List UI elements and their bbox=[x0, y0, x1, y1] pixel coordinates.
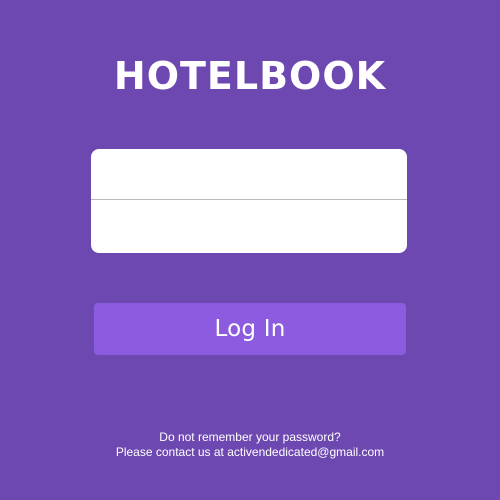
password-field[interactable] bbox=[91, 200, 407, 253]
username-field[interactable] bbox=[91, 149, 407, 199]
hotelbook-logo: HOTELBOOK bbox=[113, 54, 387, 98]
password-help: Do not remember your password? Please co… bbox=[0, 430, 500, 460]
password-help-question: Do not remember your password? bbox=[159, 430, 341, 444]
login-button[interactable]: Log In bbox=[94, 303, 406, 355]
password-help-contact: Please contact us at activendedicated@gm… bbox=[115, 445, 385, 459]
login-card bbox=[91, 149, 407, 253]
